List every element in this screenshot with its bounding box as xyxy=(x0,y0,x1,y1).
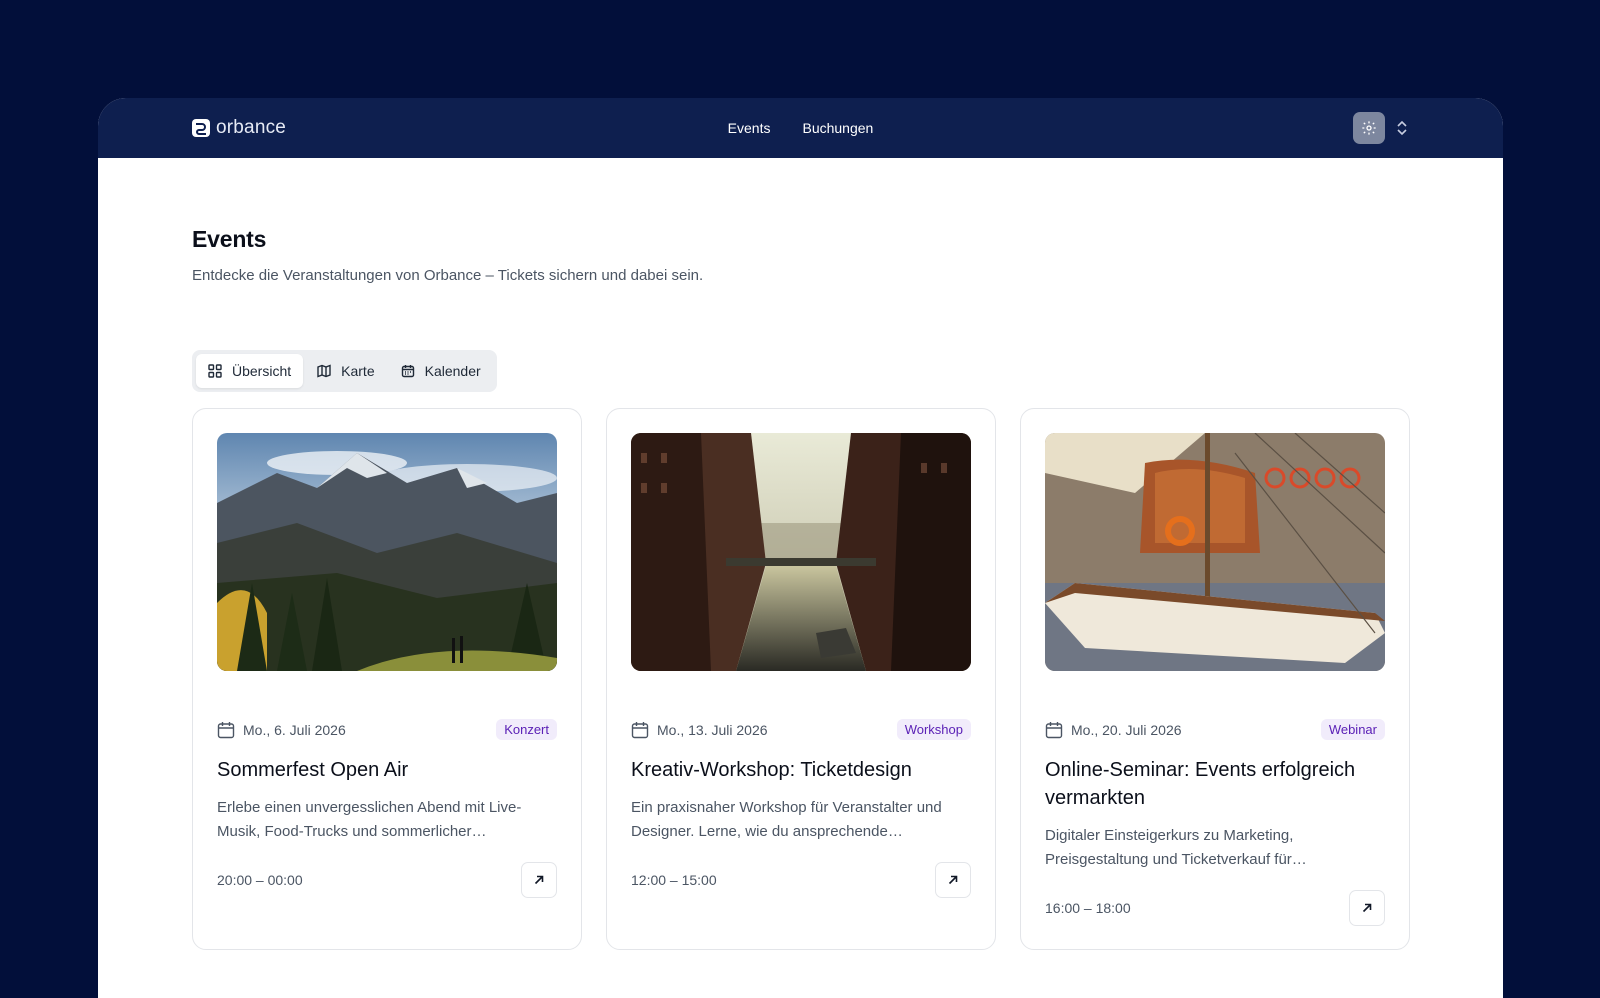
event-date: Mo., 20. Juli 2026 xyxy=(1045,721,1182,739)
event-card[interactable]: Mo., 6. Juli 2026 Konzert Sommerfest Ope… xyxy=(192,408,582,950)
main-content: Events Entdecke die Veranstaltungen von … xyxy=(98,226,1503,950)
top-navigation-bar: orbance Events Buchungen xyxy=(98,98,1503,158)
event-date-text: Mo., 6. Juli 2026 xyxy=(243,721,346,738)
brand-logo[interactable]: orbance xyxy=(192,117,286,139)
map-icon xyxy=(317,364,331,378)
event-date-text: Mo., 20. Juli 2026 xyxy=(1071,721,1182,738)
chevron-up-down-icon[interactable] xyxy=(1395,120,1409,136)
event-meta: Mo., 13. Juli 2026 Workshop xyxy=(631,719,971,740)
event-description-line: Musik, Food-Trucks und sommerlicher… xyxy=(217,823,487,840)
event-time: 16:00 – 18:00 xyxy=(1045,900,1131,916)
event-description-line: Preisgestaltung und Ticketverkauf für… xyxy=(1045,851,1307,868)
main-nav: Events Buchungen xyxy=(728,98,874,158)
event-description: Erlebe einen unvergesslichen Abend mit L… xyxy=(217,796,557,844)
orbance-logo-icon xyxy=(192,119,210,137)
view-map-button[interactable]: Karte xyxy=(305,354,386,388)
event-footer: 20:00 – 00:00 xyxy=(217,862,557,898)
arrow-up-right-icon xyxy=(1362,903,1372,913)
view-calendar-label: Kalender xyxy=(424,363,481,379)
event-description-line: Ein praxisnaher Workshop für Veranstalte… xyxy=(631,799,942,816)
event-description-line: Designer. Lerne, wie du ansprechende… xyxy=(631,823,903,840)
event-description: Ein praxisnaher Workshop für Veranstalte… xyxy=(631,796,971,844)
event-title[interactable]: Kreativ-Workshop: Ticketdesign xyxy=(631,756,971,784)
event-meta: Mo., 6. Juli 2026 Konzert xyxy=(217,719,557,740)
view-calendar-button[interactable]: Kalender xyxy=(389,354,493,388)
arrow-up-right-icon xyxy=(534,875,544,885)
nav-item-buchungen[interactable]: Buchungen xyxy=(802,120,873,136)
calendar-icon xyxy=(217,721,235,738)
event-cards: Mo., 6. Juli 2026 Konzert Sommerfest Ope… xyxy=(192,408,1410,950)
page-title: Events xyxy=(192,226,267,252)
event-image-mountains xyxy=(217,433,557,671)
calendar-icon xyxy=(401,365,414,378)
event-description-line: Erlebe einen unvergesslichen Abend mit L… xyxy=(217,799,522,816)
event-description-line: Digitaler Einsteigerkurs zu Marketing, xyxy=(1045,827,1294,844)
event-title-line: vermarkten xyxy=(1045,787,1146,809)
event-title-line: Online-Seminar: Events erfolgreich xyxy=(1045,759,1356,781)
view-toggle: Übersicht Karte Kalender xyxy=(192,350,497,392)
event-category-badge: Webinar xyxy=(1320,719,1385,740)
event-title[interactable]: Sommerfest Open Air xyxy=(217,756,557,784)
page-subtitle: Entdecke die Veranstaltungen von Orbance… xyxy=(192,267,704,284)
event-date: Mo., 6. Juli 2026 xyxy=(217,721,346,739)
grid-icon xyxy=(208,364,222,378)
event-footer: 12:00 – 15:00 xyxy=(631,862,971,898)
event-footer: 16:00 – 18:00 xyxy=(1045,890,1385,926)
arrow-up-right-icon xyxy=(948,875,958,885)
event-image-sailboat xyxy=(1045,433,1385,671)
event-description: Digitaler Einsteigerkurs zu Marketing, P… xyxy=(1045,824,1385,872)
event-date-text: Mo., 13. Juli 2026 xyxy=(657,721,768,738)
app-window: orbance Events Buchungen Events Entdecke… xyxy=(98,98,1503,998)
open-event-button[interactable] xyxy=(1349,890,1385,926)
view-overview-label: Übersicht xyxy=(232,363,292,379)
view-map-label: Karte xyxy=(341,363,375,379)
gear-icon xyxy=(1362,121,1376,135)
settings-button[interactable] xyxy=(1353,112,1385,144)
event-date: Mo., 13. Juli 2026 xyxy=(631,721,768,739)
open-event-button[interactable] xyxy=(935,862,971,898)
calendar-icon xyxy=(631,721,649,738)
event-meta: Mo., 20. Juli 2026 Webinar xyxy=(1045,719,1385,740)
event-title[interactable]: Online-Seminar: Events erfolgreich verma… xyxy=(1045,756,1385,812)
open-event-button[interactable] xyxy=(521,862,557,898)
calendar-icon xyxy=(1045,721,1063,738)
event-image-canal xyxy=(631,433,971,671)
event-category-badge: Konzert xyxy=(496,719,557,740)
event-card[interactable]: Mo., 20. Juli 2026 Webinar Online-Semina… xyxy=(1020,408,1410,950)
event-card[interactable]: Mo., 13. Juli 2026 Workshop Kreativ-Work… xyxy=(606,408,996,950)
nav-item-events[interactable]: Events xyxy=(728,120,771,136)
brand-name: orbance xyxy=(216,117,287,138)
event-time: 20:00 – 00:00 xyxy=(217,872,303,888)
view-overview-button[interactable]: Übersicht xyxy=(196,354,304,388)
event-category-badge: Workshop xyxy=(896,719,971,740)
event-time: 12:00 – 15:00 xyxy=(631,872,717,888)
topbar-actions xyxy=(1353,112,1409,144)
